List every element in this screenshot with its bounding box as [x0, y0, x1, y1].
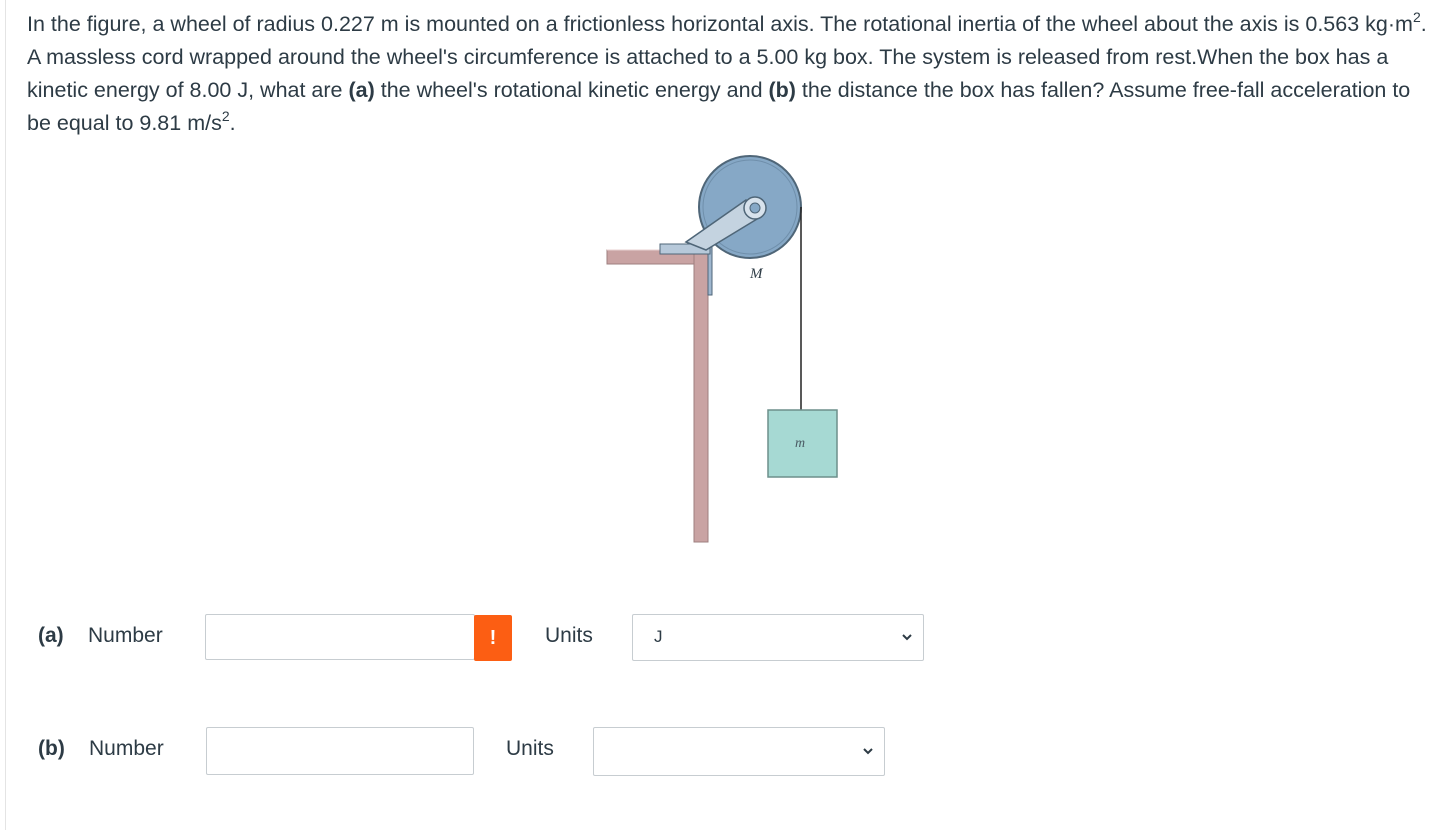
question-part-5: .: [229, 111, 236, 135]
part-b-label: (b): [38, 737, 65, 760]
wheel: [684, 155, 802, 259]
number-label-b: Number: [89, 737, 164, 760]
number-label-a: Number: [88, 624, 163, 647]
number-input-b[interactable]: [206, 727, 474, 775]
chevron-down-icon: [902, 634, 912, 641]
table-support: [606, 249, 709, 543]
question-bold-b: (b): [768, 78, 796, 102]
question-text: In the figure, a wheel of radius 0.227 m…: [27, 8, 1427, 140]
question-superscript-1: 2: [1412, 9, 1421, 25]
question-part-1: In the figure, a wheel of radius 0.227 m…: [27, 12, 1413, 36]
wheel-mass-label: M: [749, 266, 764, 282]
pulley-figure: M m: [606, 155, 838, 543]
question-part-3: the wheel's rotational kinetic energy an…: [374, 78, 769, 102]
question-superscript-2: 2: [221, 108, 230, 124]
units-select-b[interactable]: [593, 727, 885, 776]
chevron-down-icon: [863, 748, 873, 755]
left-frame-border: [5, 0, 6, 830]
part-a-label: (a): [38, 624, 64, 647]
box-mass-label: m: [795, 436, 805, 451]
units-select-a[interactable]: J: [632, 614, 924, 661]
units-label-a: Units: [545, 624, 593, 647]
units-label-b: Units: [506, 737, 554, 760]
units-select-a-value: J: [654, 627, 663, 646]
number-input-a[interactable]: [205, 614, 475, 660]
question-bold-a: (a): [348, 78, 375, 102]
warning-badge[interactable]: !: [474, 615, 512, 661]
